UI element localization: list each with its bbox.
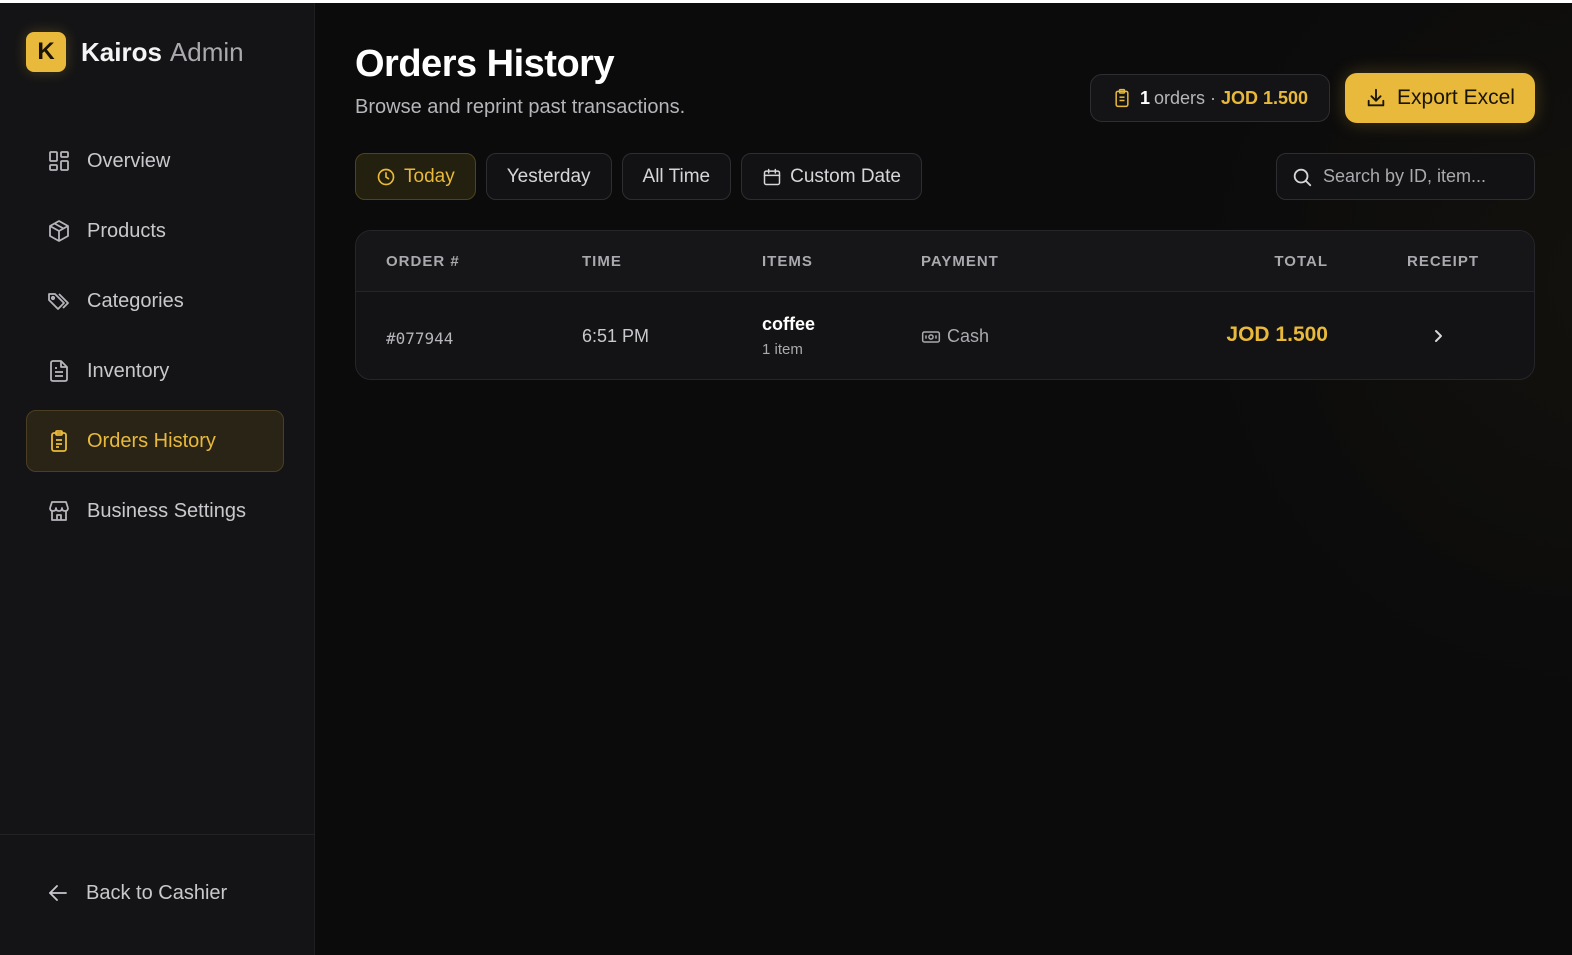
export-excel-label: Export Excel xyxy=(1397,86,1515,109)
tags-icon xyxy=(47,289,71,313)
brand: K Kairos Admin xyxy=(26,32,244,72)
filter-yesterday-button[interactable]: Yesterday xyxy=(485,153,612,200)
date-filter-group: Today Yesterday All Time Custom Date xyxy=(355,153,932,200)
search-icon xyxy=(1291,166,1313,188)
sidebar-item-categories[interactable]: Categories xyxy=(26,270,284,332)
sidebar-item-label: Business Settings xyxy=(87,499,246,522)
file-icon xyxy=(47,359,71,383)
search-input[interactable] xyxy=(1323,166,1523,187)
column-header-receipt: RECEIPT xyxy=(1407,253,1480,270)
filter-label: All Time xyxy=(642,165,711,187)
column-header-items: ITEMS xyxy=(762,253,813,270)
brand-name: Kairos xyxy=(81,36,162,67)
orders-summary-badge: 1 orders · JOD 1.500 xyxy=(1090,74,1330,122)
summary-order-label: orders xyxy=(1153,87,1205,108)
table-row[interactable]: #077944 6:51 PM coffee 1 item Cash JOD 1… xyxy=(356,292,1534,379)
sidebar-item-label: Overview xyxy=(87,149,171,172)
column-header-total: TOTAL xyxy=(1274,253,1328,270)
orders-table: ORDER # TIME ITEMS PAYMENT TOTAL RECEIPT… xyxy=(355,230,1535,380)
sidebar-item-label: Categories xyxy=(87,289,184,312)
export-excel-button[interactable]: Export Excel xyxy=(1345,73,1535,123)
sidebar-item-label: Orders History xyxy=(87,429,216,452)
order-item-name: coffee xyxy=(762,314,816,334)
sidebar-nav: Overview Products Categories Inventory O… xyxy=(26,130,284,550)
download-icon xyxy=(1365,87,1387,109)
sidebar: K Kairos Admin Overview Products Categor… xyxy=(0,3,315,955)
sidebar-item-orders-history[interactable]: Orders History xyxy=(26,410,284,472)
store-icon xyxy=(47,499,71,523)
grid-icon xyxy=(47,149,71,173)
chevron-right-icon[interactable] xyxy=(1426,324,1450,348)
summary-total: JOD 1.500 xyxy=(1220,87,1309,108)
cash-icon xyxy=(921,327,941,347)
page-title: Orders History xyxy=(355,43,615,85)
brand-logo: K xyxy=(26,32,66,72)
filter-label: Today xyxy=(404,165,455,187)
summary-separator: · xyxy=(1209,87,1216,108)
filter-today-button[interactable]: Today xyxy=(355,153,476,200)
order-id: #077944 xyxy=(386,329,454,348)
sidebar-footer: Back to Cashier xyxy=(0,834,315,955)
main-content: Orders History Browse and reprint past t… xyxy=(315,3,1572,955)
clipboard-icon xyxy=(47,429,71,453)
back-to-cashier-label: Back to Cashier xyxy=(86,881,228,904)
sidebar-item-overview[interactable]: Overview xyxy=(26,130,284,192)
sidebar-item-business-settings[interactable]: Business Settings xyxy=(26,480,284,542)
order-payment: Cash xyxy=(921,326,989,347)
column-header-order: ORDER # xyxy=(386,253,460,270)
box-icon xyxy=(47,219,71,243)
filter-label: Yesterday xyxy=(506,165,591,187)
payment-method-label: Cash xyxy=(947,326,990,346)
filter-label: Custom Date xyxy=(790,165,901,187)
brand-sub: Admin xyxy=(169,36,244,67)
filter-custom-date-button[interactable]: Custom Date xyxy=(741,153,922,200)
filter-all-time-button[interactable]: All Time xyxy=(621,153,732,200)
clipboard-icon xyxy=(1112,88,1132,108)
column-header-payment: PAYMENT xyxy=(921,253,999,270)
arrow-left-icon xyxy=(46,881,70,905)
column-header-time: TIME xyxy=(582,253,622,270)
sidebar-item-products[interactable]: Products xyxy=(26,200,284,262)
page-subtitle: Browse and reprint past transactions. xyxy=(355,96,686,118)
summary-order-count: 1 xyxy=(1139,87,1150,108)
order-total: JOD 1.500 xyxy=(1226,323,1328,346)
search-box xyxy=(1276,153,1535,200)
app-window: K Kairos Admin Overview Products Categor… xyxy=(0,3,1572,955)
sidebar-item-inventory[interactable]: Inventory xyxy=(26,340,284,402)
order-time: 6:51 PM xyxy=(582,326,650,346)
clock-icon xyxy=(376,167,396,187)
table-header: ORDER # TIME ITEMS PAYMENT TOTAL RECEIPT xyxy=(356,231,1534,292)
order-item-count: 1 item xyxy=(762,341,803,358)
back-to-cashier-link[interactable]: Back to Cashier xyxy=(46,881,227,905)
sidebar-item-label: Products xyxy=(87,219,166,242)
sidebar-item-label: Inventory xyxy=(87,359,170,382)
calendar-icon xyxy=(762,167,782,187)
